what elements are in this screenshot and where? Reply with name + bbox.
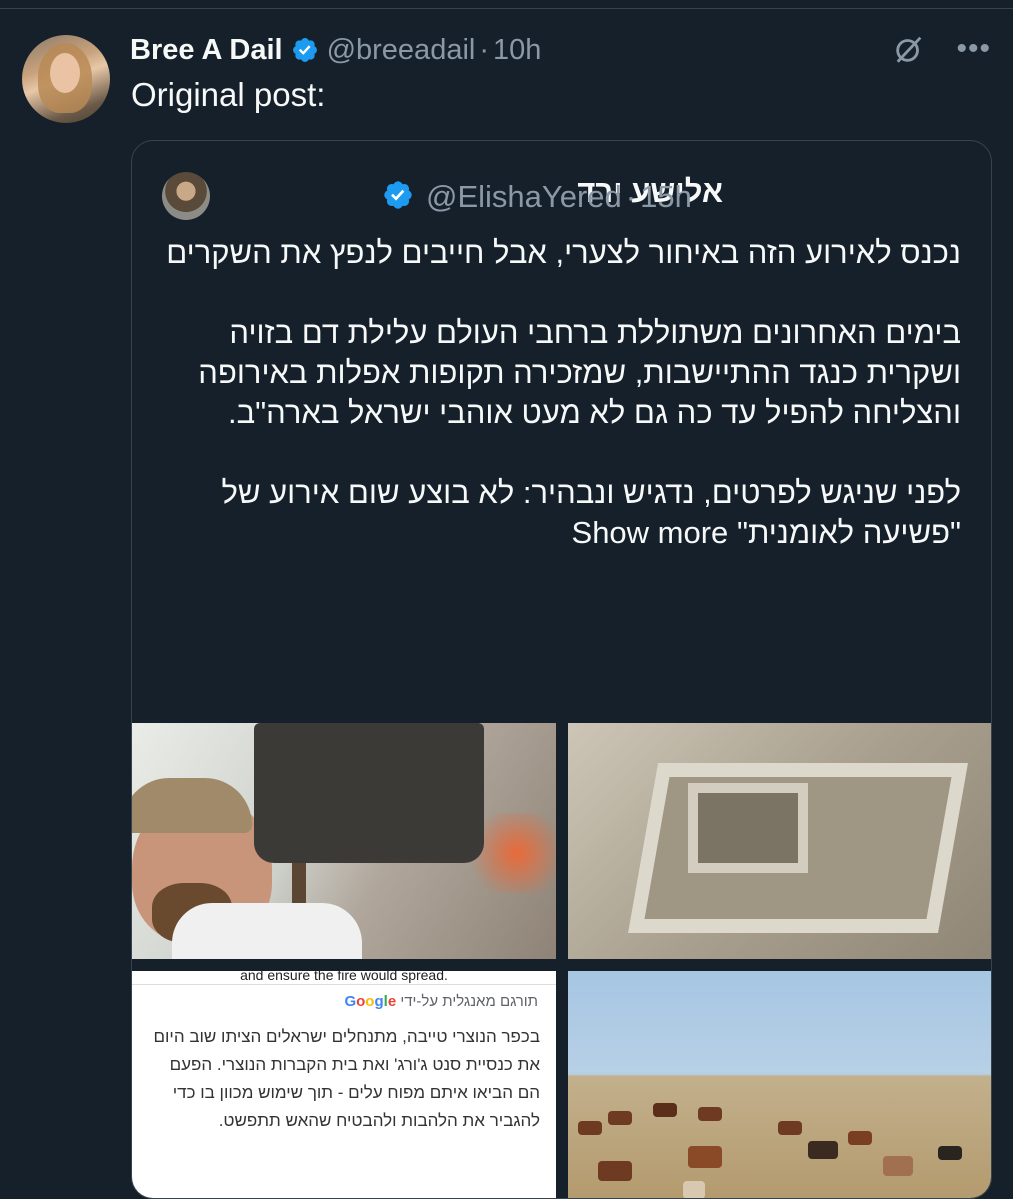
ruin-inner [688,783,808,873]
author-avatar[interactable] [22,35,110,123]
top-divider [0,8,1013,9]
separator-dot: · [625,179,637,214]
post-actions-top: ••• [892,32,991,66]
cow [683,1181,705,1198]
quoted-post[interactable]: אלישע ירד @ElishaYered · 15h נכנס לאירוע ה… [131,140,992,1199]
post-header: Bree A Dail @breeadail · 10h [130,30,541,70]
media-translation-screenshot[interactable]: and ensure the fire would spread. תורגם … [132,971,556,1198]
avatar-face [50,53,80,93]
shovel [254,723,484,863]
quoted-verified-badge-icon [384,181,412,209]
cow [608,1111,632,1125]
quoted-author-avatar[interactable] [162,172,210,220]
man-cap [132,778,252,833]
separator-dot: · [479,33,490,66]
cow [578,1121,602,1135]
quoted-handle-time[interactable]: @ElishaYered · 15h [426,179,692,215]
google-logo: Google [344,993,397,1010]
cow [848,1131,872,1145]
quoted-paragraph-1: נכנס לאירוע הזה באיחור לצערי, אבל חייבים… [166,235,961,270]
translation-body: בכפר הנוצרי טייבה, מתנחלים ישראלים הציתו… [153,1027,540,1130]
show-more-link[interactable]: Show more [572,515,729,550]
cow [653,1103,677,1117]
quoted-handle[interactable]: @ElishaYered [426,179,622,214]
cow [698,1107,722,1121]
cow [598,1161,632,1181]
quoted-time[interactable]: 15h [640,179,692,214]
cut-off-english-text: and ensure the fire would spread. [132,971,556,985]
media-photo-man-with-shovel[interactable] [132,723,556,959]
media-grid: and ensure the fire would spread. תורגם … [132,723,991,1198]
cow [778,1121,802,1135]
man-shirt [172,903,362,959]
cow [688,1146,722,1168]
quoted-paragraph-3: לפני שניגש לפרטים, נדגיש ונבהיר: לא בוצע… [151,473,961,553]
media-photo-cattle[interactable] [568,971,991,1198]
quoted-paragraph-2: בימים האחרונים משתוללת ברחבי העולם עלילת… [198,315,961,430]
quoted-body: נכנס לאירוע הזה באיחור לצערי, אבל חייבים… [151,233,961,553]
translated-by-label: תורגם מאנגלית על-ידי Google [344,993,538,1010]
author-name[interactable]: Bree A Dail [130,34,283,67]
cow [883,1156,913,1176]
media-photo-ruins[interactable] [568,723,991,959]
cow [808,1141,838,1159]
verified-badge-icon [292,38,317,62]
shovel-handle [292,863,306,903]
translated-by-text: תורגם מאנגלית על-ידי [400,993,538,1010]
author-handle[interactable]: @breeadail [327,34,476,67]
post-time[interactable]: 10h [493,34,541,67]
grok-icon[interactable] [892,32,926,66]
more-icon[interactable]: ••• [956,34,991,64]
cow [938,1146,962,1160]
post-text: Original post: [131,76,326,113]
